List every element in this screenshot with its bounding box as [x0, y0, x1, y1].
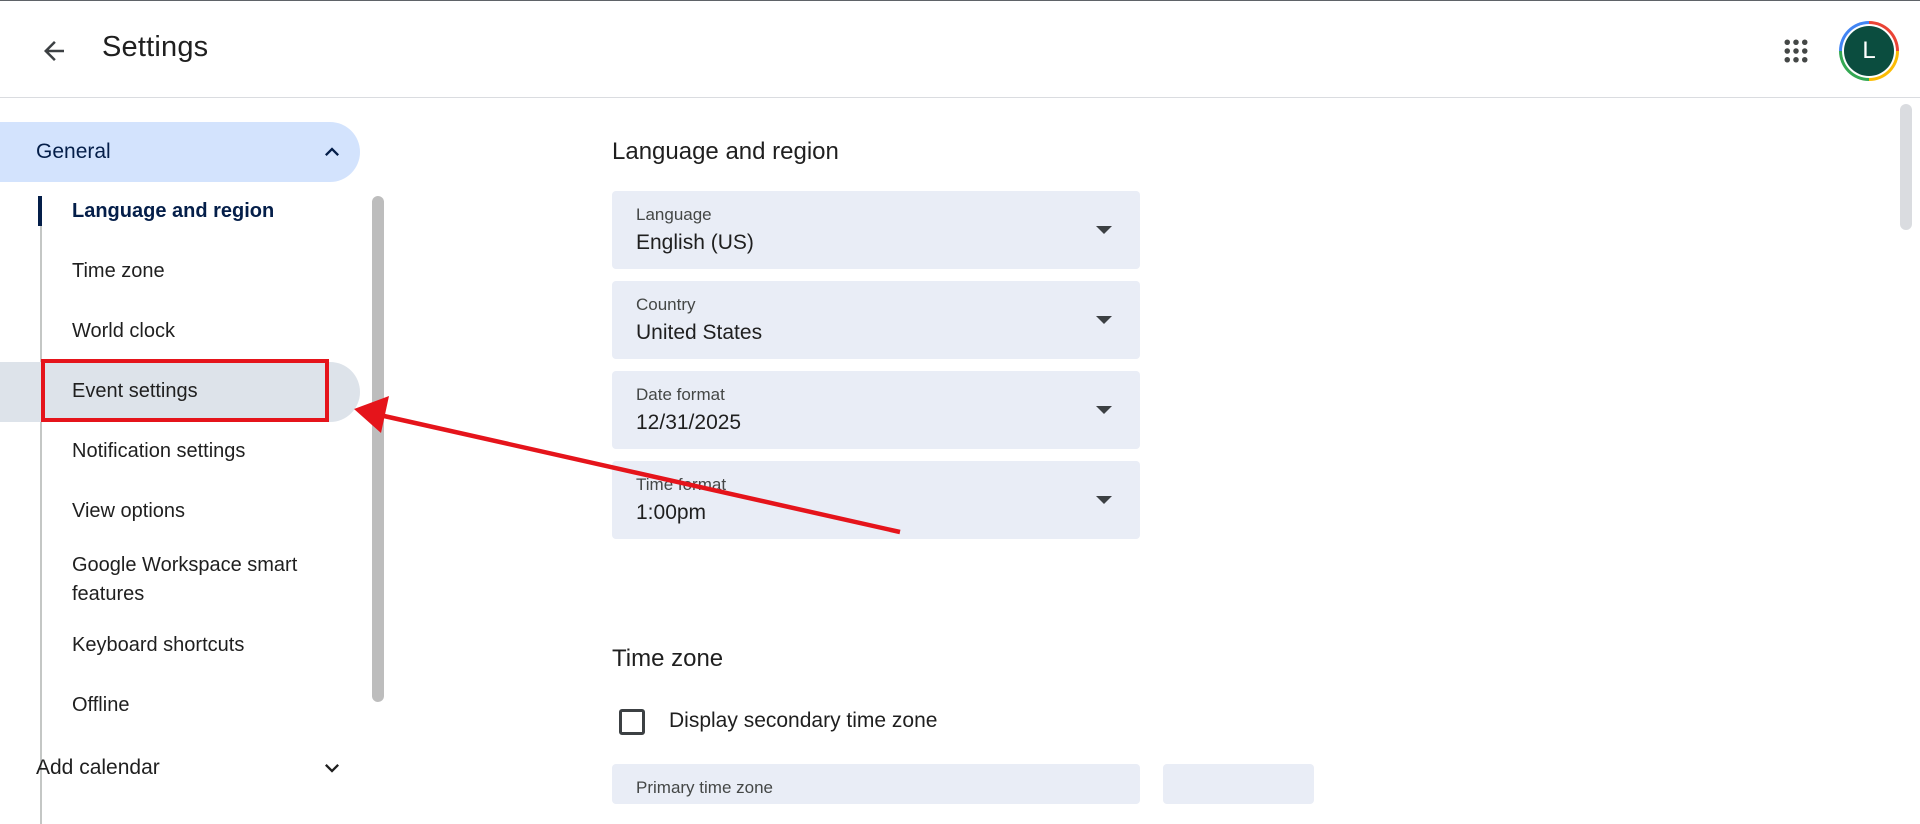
- language-select[interactable]: Language English (US): [612, 191, 1140, 269]
- dropdown-arrow-icon: [1096, 226, 1112, 234]
- avatar: L: [1844, 26, 1894, 76]
- field-label: Country: [636, 295, 696, 314]
- field-label: Time format: [636, 475, 727, 494]
- field-label: Primary time zone: [636, 778, 773, 797]
- time-format-select[interactable]: Time format 1:00pm: [612, 461, 1140, 539]
- sidebar-item-notification-settings[interactable]: Notification settings: [72, 437, 245, 466]
- sidebar-item-general[interactable]: General: [0, 122, 360, 182]
- sidebar-item-label: Add calendar: [36, 756, 160, 779]
- secondary-time-zone-checkbox[interactable]: [619, 709, 645, 735]
- sidebar-item-offline[interactable]: Offline: [72, 691, 129, 720]
- section-title-time-zone: Time zone: [612, 645, 724, 672]
- dropdown-arrow-icon: [1096, 406, 1112, 414]
- account-button[interactable]: L: [1839, 21, 1899, 81]
- dropdown-arrow-icon: [1096, 316, 1112, 324]
- submenu-divider: [40, 196, 42, 824]
- apps-grid-icon: [1784, 39, 1808, 63]
- content-scrollbar[interactable]: [1900, 104, 1912, 230]
- page-title: Settings: [102, 31, 209, 63]
- field-value: English (US): [636, 231, 754, 254]
- arrow-back-icon: [44, 41, 64, 61]
- date-format-select[interactable]: Date format 12/31/2025: [612, 371, 1140, 449]
- primary-time-zone-secondary-select[interactable]: [1163, 764, 1314, 804]
- active-indicator: [38, 196, 42, 226]
- field-label: Language: [636, 205, 712, 224]
- sidebar-item-language-region[interactable]: Language and region: [72, 197, 274, 226]
- checkbox-label: Display secondary time zone: [669, 709, 938, 732]
- country-select[interactable]: Country United States: [612, 281, 1140, 359]
- sidebar-item-workspace-smart-features[interactable]: Google Workspace smart features: [72, 551, 342, 609]
- back-button[interactable]: [28, 27, 80, 75]
- field-value: United States: [636, 321, 763, 344]
- google-apps-button[interactable]: [1772, 27, 1820, 75]
- app-header: Settings L: [0, 0, 1920, 98]
- dropdown-arrow-icon: [1096, 496, 1112, 504]
- section-title-language-region: Language and region: [612, 138, 839, 165]
- sidebar-item-add-calendar[interactable]: Add calendar: [0, 738, 360, 798]
- chevron-up-icon: [325, 147, 339, 156]
- sidebar-item-keyboard-shortcuts[interactable]: Keyboard shortcuts: [72, 631, 244, 660]
- chevron-down-icon: [325, 764, 339, 773]
- sidebar-item-view-options[interactable]: View options: [72, 497, 185, 526]
- primary-time-zone-select[interactable]: Primary time zone: [612, 764, 1140, 804]
- sidebar-scrollbar[interactable]: [372, 196, 384, 702]
- field-value: 1:00pm: [636, 501, 707, 524]
- sidebar-item-time-zone[interactable]: Time zone: [72, 257, 165, 286]
- field-value: 12/31/2025: [636, 411, 742, 434]
- field-label: Date format: [636, 385, 725, 404]
- sidebar-item-world-clock[interactable]: World clock: [72, 317, 175, 346]
- settings-sidebar: General Language and region Time zone Wo…: [0, 98, 384, 824]
- event-settings-annotation-box: [41, 359, 329, 422]
- avatar-border: L: [1842, 24, 1896, 78]
- sidebar-item-label: General: [36, 140, 111, 163]
